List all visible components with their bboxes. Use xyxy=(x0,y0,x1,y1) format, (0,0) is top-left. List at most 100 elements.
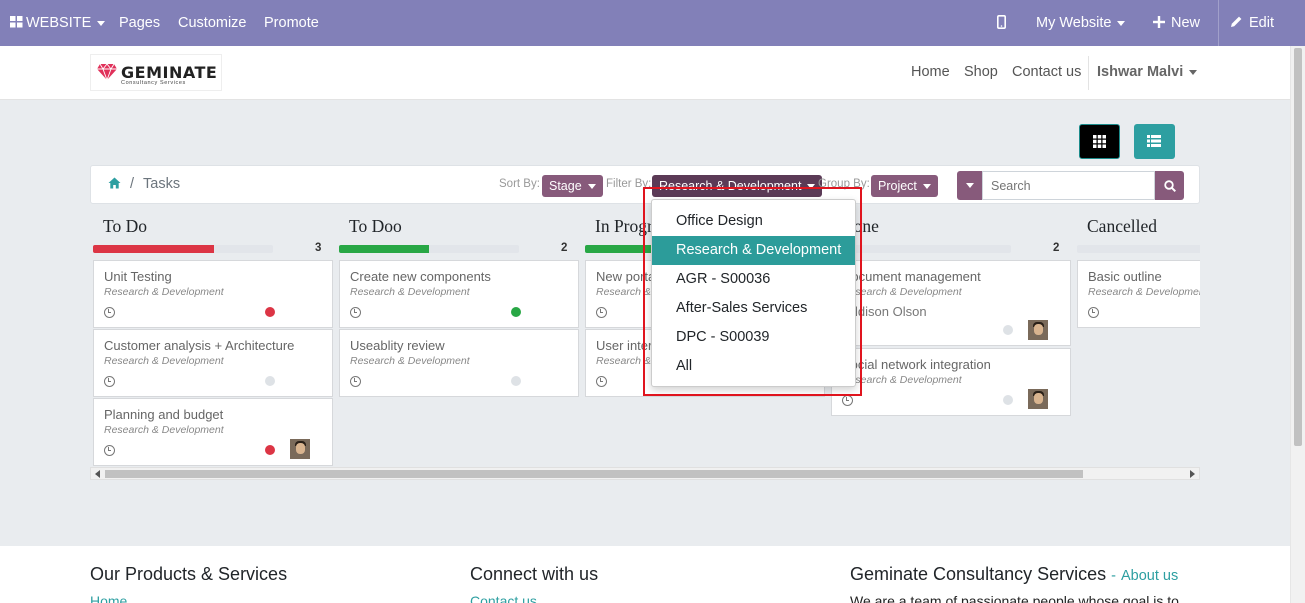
mobile-preview-button[interactable] xyxy=(997,0,1007,46)
site-selector-label: My Website xyxy=(1036,15,1112,31)
status-dot[interactable] xyxy=(265,376,275,386)
filter-by-dropdown[interactable]: Research & Development xyxy=(652,175,823,197)
clock-icon[interactable] xyxy=(842,395,853,406)
task-card[interactable]: Create new components Research & Develop… xyxy=(339,260,579,328)
task-card[interactable]: Social network integration Research & De… xyxy=(831,348,1071,416)
task-project: Research & Development xyxy=(842,286,962,298)
breadcrumb-current: Tasks xyxy=(143,176,181,192)
kanban-view-button[interactable] xyxy=(1079,124,1120,159)
footer-link-home[interactable]: Home xyxy=(90,593,127,603)
footer-connect-title: Connect with us xyxy=(470,564,599,584)
page-scrollbar-thumb[interactable] xyxy=(1294,48,1302,446)
site-selector[interactable]: My Website xyxy=(1036,0,1126,46)
search-input[interactable] xyxy=(982,171,1155,200)
chevron-down-icon xyxy=(922,184,931,190)
footer-company-text: We are a team of passionate people whose… xyxy=(850,593,1179,603)
kanban-board: To Do 3 Unit Testing Research & Developm… xyxy=(90,205,1200,467)
task-title: Customer analysis + Architecture xyxy=(104,338,295,353)
filter-dropdown-menu: Office Design Research & Development AGR… xyxy=(651,199,856,387)
page-vertical-scrollbar[interactable] xyxy=(1290,46,1305,603)
status-dot[interactable] xyxy=(265,445,275,455)
scroll-left-arrow[interactable] xyxy=(95,470,100,478)
task-title: Create new components xyxy=(350,269,491,284)
edit-button[interactable]: Edit xyxy=(1230,0,1274,46)
search-button[interactable] xyxy=(1155,171,1184,200)
nav-divider xyxy=(1088,56,1089,90)
scrollbar-thumb[interactable] xyxy=(105,470,1083,478)
filter-option-dpc-s00039[interactable]: DPC - S00039 xyxy=(652,323,855,352)
home-icon[interactable] xyxy=(108,177,121,189)
clock-icon[interactable] xyxy=(596,307,607,318)
pages-menu[interactable]: Pages xyxy=(119,0,160,46)
scroll-right-arrow[interactable] xyxy=(1190,470,1195,478)
nav-shop[interactable]: Shop xyxy=(964,46,998,100)
filter-option-agr-s00036[interactable]: AGR - S00036 xyxy=(652,265,855,294)
task-card[interactable]: Unit Testing Research & Development xyxy=(93,260,333,328)
clock-icon[interactable] xyxy=(350,307,361,318)
task-title: Social network integration xyxy=(842,357,991,372)
user-menu[interactable]: Ishwar Malvi xyxy=(1097,46,1198,100)
filter-option-research-development[interactable]: Research & Development xyxy=(652,236,855,265)
task-card[interactable]: Document management Research & Developme… xyxy=(831,260,1071,346)
diamond-logo-icon xyxy=(97,63,117,81)
customize-menu[interactable]: Customize xyxy=(178,0,247,46)
task-card[interactable]: Useablity review Research & Development xyxy=(339,329,579,397)
clock-icon[interactable] xyxy=(104,307,115,318)
company-logo[interactable]: GEMINATE Consultancy Services xyxy=(90,54,222,91)
column-title: To Do xyxy=(103,216,147,236)
column-title: Cancelled xyxy=(1087,216,1157,236)
logo-subtitle: Consultancy Services xyxy=(121,80,186,86)
clock-icon[interactable] xyxy=(596,376,607,387)
sort-by-dropdown[interactable]: Stage xyxy=(542,175,603,197)
promote-menu[interactable]: Promote xyxy=(264,0,319,46)
nav-home[interactable]: Home xyxy=(911,46,950,100)
task-project: Research & Development xyxy=(842,374,962,386)
list-view-button[interactable] xyxy=(1134,124,1175,159)
task-project: Research & Development xyxy=(350,286,470,298)
sort-by-value: Stage xyxy=(549,179,582,193)
task-project: Research & Development xyxy=(104,355,224,367)
status-dot[interactable] xyxy=(265,307,275,317)
footer-company-name: Geminate Consultancy Services xyxy=(850,564,1107,584)
website-menu-button[interactable]: WEBSITE xyxy=(10,0,106,46)
search-options-button[interactable] xyxy=(957,171,982,200)
breadcrumb-separator: / xyxy=(130,176,135,192)
breadcrumb: / Tasks xyxy=(108,176,180,192)
nav-contact-us[interactable]: Contact us xyxy=(1012,46,1081,100)
filter-option-after-sales-services[interactable]: After-Sales Services xyxy=(652,294,855,323)
new-button[interactable]: New xyxy=(1153,0,1200,46)
kanban-horizontal-scrollbar[interactable] xyxy=(90,467,1200,480)
task-title: Unit Testing xyxy=(104,269,172,284)
column-count: 2 xyxy=(1053,242,1060,254)
kanban-controls: / Tasks Sort By: Stage Filter By: Researc… xyxy=(90,165,1200,204)
admin-topbar: WEBSITE Pages Customize Promote My Websi… xyxy=(0,0,1305,46)
clock-icon[interactable] xyxy=(1088,307,1099,318)
task-card[interactable]: Basic outline Research & Development xyxy=(1077,260,1200,328)
status-dot[interactable] xyxy=(511,307,521,317)
status-dot[interactable] xyxy=(511,376,521,386)
filter-option-office-design[interactable]: Office Design xyxy=(652,207,855,236)
site-footer: Our Products & Services Home Connect wit… xyxy=(0,546,1290,603)
task-title: New portal xyxy=(596,269,659,284)
task-title: Basic outline xyxy=(1088,269,1162,284)
column-progress-bar xyxy=(831,245,1011,253)
clock-icon[interactable] xyxy=(104,376,115,387)
status-dot[interactable] xyxy=(1003,395,1013,405)
clock-icon[interactable] xyxy=(350,376,361,387)
sort-by-label: Sort By: xyxy=(499,178,540,190)
task-card[interactable]: Customer analysis + Architecture Researc… xyxy=(93,329,333,397)
list-icon xyxy=(1147,135,1161,147)
task-card[interactable]: Planning and budget Research & Developme… xyxy=(93,398,333,466)
footer-about-link[interactable]: About us xyxy=(1121,568,1178,584)
footer-link-contact-us[interactable]: Contact us xyxy=(470,593,537,603)
task-project: Research & Development xyxy=(1088,286,1200,298)
clock-icon[interactable] xyxy=(104,445,115,456)
chevron-down-icon xyxy=(1117,20,1126,26)
status-dot[interactable] xyxy=(1003,325,1013,335)
column-title: To Doo xyxy=(349,216,402,236)
filter-by-label: Filter By: xyxy=(606,178,652,190)
group-by-dropdown[interactable]: Project xyxy=(871,175,938,197)
column-progress-bar xyxy=(339,245,519,253)
filter-option-all[interactable]: All xyxy=(652,352,855,381)
column-progress-bar xyxy=(1077,245,1200,253)
